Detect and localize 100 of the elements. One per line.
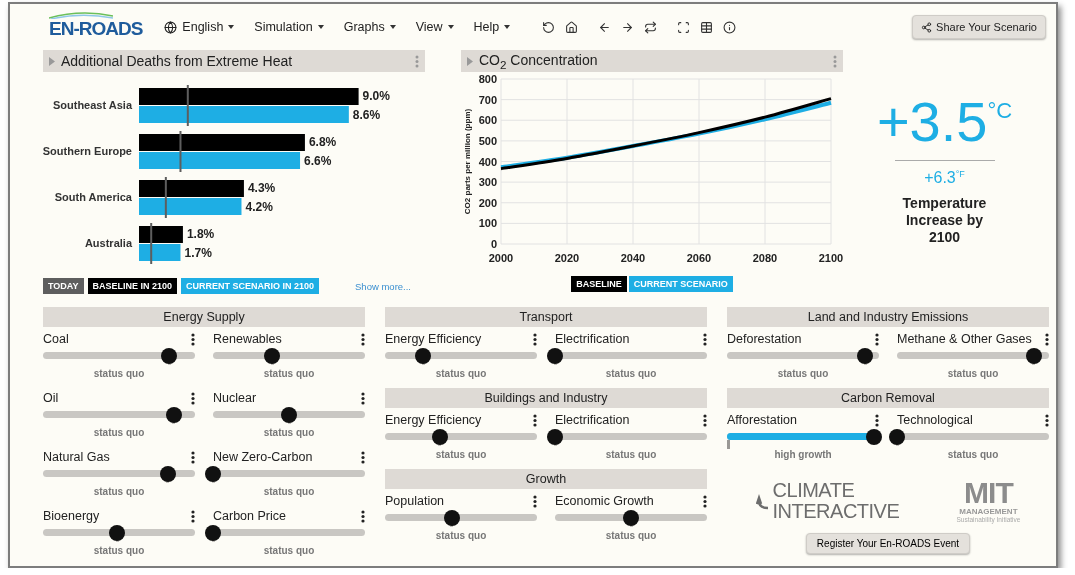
more-button[interactable] — [533, 332, 537, 346]
slider-thumb[interactable] — [547, 428, 563, 445]
slider-thumb[interactable] — [159, 465, 176, 482]
slider-thumb[interactable] — [857, 347, 874, 364]
y-tick-label: 400 — [478, 155, 497, 168]
category-label: Australia — [84, 237, 132, 249]
legend-item: TODAY — [43, 278, 84, 294]
slider-thumb[interactable] — [623, 509, 639, 526]
menu-item[interactable]: Simulation — [254, 20, 324, 34]
y-tick-label: 0 — [490, 238, 497, 250]
value-label: 1.7% — [184, 246, 212, 260]
slider-caption: high growth — [773, 449, 833, 460]
slider-thumb[interactable] — [1025, 347, 1042, 364]
slider-thumb[interactable] — [264, 347, 281, 364]
register-button[interactable]: Register Your En-ROADS Event — [805, 533, 971, 554]
slider-thumb[interactable] — [281, 406, 297, 423]
more-button[interactable] — [361, 391, 365, 405]
menu-item[interactable]: Help — [473, 20, 511, 34]
slider-thumb[interactable] — [443, 509, 460, 526]
more-button[interactable] — [361, 450, 365, 464]
show-more-link[interactable]: Show more... — [355, 280, 411, 292]
back-button[interactable] — [598, 20, 612, 34]
logo-text: MANAGEMENT — [959, 507, 1018, 516]
menu-item[interactable]: View — [415, 20, 454, 34]
more-button[interactable] — [533, 413, 537, 427]
bar — [139, 244, 181, 261]
info-button[interactable] — [723, 20, 737, 34]
slider-label: Afforestation — [727, 413, 797, 427]
more-button[interactable] — [703, 494, 707, 508]
caret-icon — [317, 25, 324, 29]
menu-item[interactable]: English — [164, 20, 235, 34]
slider-caption: status quo — [92, 427, 146, 438]
app-logo[interactable]: EN-ROADS — [49, 18, 143, 39]
slider-caption: status quo — [776, 368, 830, 379]
repeat-button[interactable] — [644, 20, 658, 34]
more-button[interactable] — [703, 413, 707, 427]
y-tick-label: 800 — [478, 73, 497, 85]
more-button[interactable] — [191, 509, 195, 523]
slider-label: Oil — [43, 391, 59, 405]
slider-thumb[interactable] — [866, 428, 883, 445]
more-button[interactable] — [1045, 332, 1049, 346]
slider-thumb[interactable] — [205, 465, 221, 482]
slider-thumb[interactable] — [889, 428, 905, 445]
slider-caption: status quo — [434, 368, 488, 379]
y-tick-label: 700 — [478, 93, 497, 106]
temperature-value: +6.3 — [924, 169, 956, 187]
value-label: 1.8% — [186, 227, 215, 241]
y-tick-label: 300 — [478, 176, 497, 189]
more-button[interactable] — [191, 391, 195, 405]
undo-button[interactable] — [542, 20, 556, 34]
more-button[interactable] — [361, 509, 365, 523]
more-button[interactable] — [191, 332, 195, 346]
today-marker — [150, 223, 153, 264]
slider-label: Electrification — [555, 413, 630, 427]
slider-thumb[interactable] — [431, 428, 448, 445]
slider-thumb[interactable] — [547, 347, 563, 364]
slider-caption: status quo — [262, 368, 316, 379]
slider-thumb[interactable] — [109, 524, 126, 541]
more-button[interactable] — [191, 450, 195, 464]
today-marker — [186, 85, 189, 126]
slider-thumb[interactable] — [161, 347, 178, 364]
more-button[interactable] — [703, 332, 707, 346]
caret-icon — [389, 25, 396, 29]
temperature-unit: °F — [955, 169, 965, 179]
slider-thumb[interactable] — [415, 347, 431, 364]
forward-button[interactable] — [621, 20, 635, 34]
slider-label: Economic Growth — [555, 494, 654, 508]
share-button[interactable]: Share Your Scenario — [912, 15, 1046, 39]
x-tick-label: 2060 — [686, 252, 712, 264]
section-header: Energy Supply — [43, 307, 365, 327]
today-marker — [164, 177, 167, 218]
home-button[interactable] — [565, 20, 579, 34]
more-button[interactable] — [875, 413, 879, 427]
legend-item: BASELINE IN 2100 — [87, 278, 178, 294]
bar — [139, 226, 183, 243]
slider-caption: status quo — [92, 368, 146, 379]
slider-caption: status quo — [434, 449, 488, 460]
more-button[interactable] — [361, 332, 365, 346]
menu-item[interactable]: Graphs — [343, 20, 396, 34]
table-button[interactable] — [700, 20, 714, 34]
value-label: 9.0% — [362, 89, 390, 103]
slider-caption: status quo — [604, 368, 658, 379]
more-button[interactable] — [1045, 413, 1049, 427]
slider-caption: status quo — [434, 530, 488, 541]
slider-thumb[interactable] — [165, 406, 182, 423]
fullscreen-button[interactable] — [677, 20, 691, 34]
x-tick-label: 2080 — [752, 252, 778, 264]
slider-label: Energy Efficiency — [385, 413, 482, 427]
logo-text: CLIMATE — [772, 480, 856, 501]
category-label: Southeast Asia — [52, 99, 132, 111]
more-button[interactable] — [875, 332, 879, 346]
slider-caption: status quo — [604, 530, 658, 541]
panel-title: Additional Deaths from Extreme Heat — [61, 53, 294, 69]
category-label: South America — [54, 191, 132, 203]
more-button[interactable] — [533, 494, 537, 508]
slider-caption: status quo — [946, 449, 1000, 460]
slider-thumb[interactable] — [205, 524, 221, 541]
slider-label: Carbon Price — [213, 509, 286, 523]
y-axis-label: CO2 parts per million (ppm) — [463, 108, 472, 215]
value-label: 8.6% — [352, 108, 381, 122]
